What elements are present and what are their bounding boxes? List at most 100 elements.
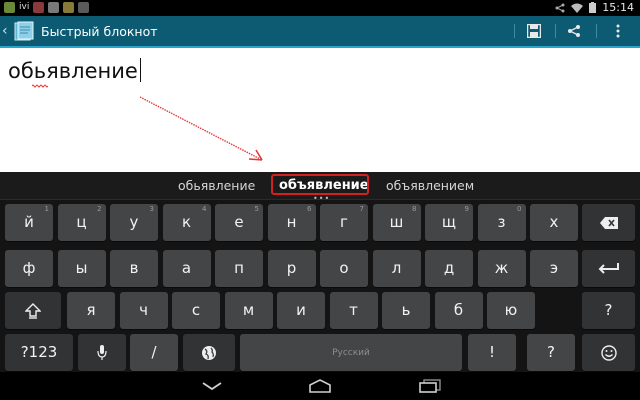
key-ь[interactable]: ь (382, 292, 430, 329)
onscreen-keyboard: обьявление объявление объявлением ••• й1… (0, 172, 640, 372)
slash-key[interactable]: / (130, 334, 178, 371)
emoji-key[interactable] (582, 334, 635, 371)
key-ы[interactable]: ы (57, 250, 106, 287)
overflow-menu-icon (616, 24, 620, 38)
key-л[interactable]: л (372, 250, 421, 287)
key-ч-label: ч (139, 301, 148, 319)
key-з[interactable]: з0 (477, 204, 526, 241)
key-п-label: п (234, 259, 244, 277)
backspace-key[interactable] (582, 204, 635, 241)
status-bar: ivi 15:14 (0, 0, 640, 16)
key-е[interactable]: е5 (215, 204, 263, 241)
key-и-label: и (296, 301, 306, 319)
key-ж[interactable]: ж (477, 250, 526, 287)
note-editor[interactable]: обьявление (0, 48, 640, 172)
key-р[interactable]: р (267, 250, 316, 287)
key-п[interactable]: п (215, 250, 263, 287)
notepad-app-icon[interactable] (12, 21, 34, 41)
space-bar[interactable]: Русский (240, 334, 462, 371)
key-е-label: е (234, 213, 244, 231)
recent-apps-button[interactable] (410, 376, 450, 396)
voice-input-key[interactable] (78, 334, 126, 371)
key-х[interactable]: х (530, 204, 578, 241)
key-ш-label: ш (389, 213, 404, 231)
key-е-hint: 5 (254, 205, 259, 213)
symbols-key[interactable]: ?123 (5, 334, 73, 371)
key-ч[interactable]: ч (119, 292, 168, 329)
key-н-label: н (286, 213, 297, 231)
key-э[interactable]: э (530, 250, 578, 287)
app-icon (33, 2, 45, 13)
key-д[interactable]: д (425, 250, 473, 287)
key-з-label: з (497, 213, 506, 231)
app-title: Быстрый блокнот (41, 24, 158, 39)
key-й-label: й (24, 213, 34, 231)
key-й-hint: 1 (44, 205, 49, 213)
key-ц[interactable]: ц2 (57, 204, 106, 241)
key-г-hint: 7 (359, 205, 364, 213)
recent-apps-icon (419, 379, 441, 393)
question-key-bottom[interactable]: ? (527, 334, 575, 371)
exclamation-key[interactable]: ! (468, 334, 516, 371)
key-т[interactable]: т (329, 292, 378, 329)
key-в[interactable]: в (110, 250, 158, 287)
up-navigation-icon[interactable]: ‹ (2, 23, 8, 39)
share-icon (568, 25, 580, 37)
key-ц-label: ц (76, 213, 87, 231)
home-icon (309, 379, 331, 393)
text-cursor (139, 58, 142, 82)
key-ф[interactable]: ф (5, 250, 53, 287)
key-ю-label: ю (504, 301, 518, 319)
enter-key[interactable] (582, 250, 635, 287)
key-у[interactable]: у3 (110, 204, 158, 241)
question-key[interactable]: ? (582, 292, 635, 329)
shift-icon (25, 302, 41, 319)
note-text[interactable]: обьявление (8, 58, 142, 83)
battery-icon (589, 2, 597, 13)
key-а[interactable]: а (162, 250, 211, 287)
smiley-icon (600, 344, 617, 361)
key-г[interactable]: г7 (320, 204, 368, 241)
key-н[interactable]: н6 (267, 204, 316, 241)
key-ю[interactable]: ю (487, 292, 535, 329)
question-key-label: ? (604, 301, 613, 319)
key-м-label: м (242, 301, 255, 319)
action-divider (596, 24, 597, 38)
clock: 15:14 (602, 1, 634, 14)
key-я[interactable]: я (67, 292, 115, 329)
suggestion-highlight-box (271, 174, 369, 195)
save-icon (527, 24, 541, 38)
suggestion-right[interactable]: объявлением (386, 178, 474, 193)
key-ш-hint: 8 (412, 205, 417, 213)
symbols-key-label: ?123 (20, 343, 58, 361)
key-ь-label: ь (401, 301, 411, 319)
exclamation-key-label: ! (488, 343, 495, 361)
key-ш[interactable]: ш8 (372, 204, 421, 241)
key-э-label: э (549, 259, 559, 277)
key-щ[interactable]: щ9 (425, 204, 473, 241)
key-я-label: я (86, 301, 96, 319)
key-д-label: д (443, 259, 455, 277)
more-suggestions-dots: ••• (313, 194, 331, 203)
spellcheck-underline (32, 84, 48, 88)
key-и[interactable]: и (277, 292, 325, 329)
key-м[interactable]: м (224, 292, 273, 329)
suggestion-left[interactable]: обьявление (178, 178, 255, 193)
key-й[interactable]: й1 (5, 204, 53, 241)
save-button[interactable] (516, 16, 552, 46)
key-л-label: л (391, 259, 402, 277)
microphone-icon (97, 344, 107, 361)
language-key[interactable] (183, 334, 235, 371)
share-button[interactable] (556, 16, 592, 46)
key-о[interactable]: о (320, 250, 368, 287)
shift-key[interactable] (5, 292, 61, 329)
overflow-menu-button[interactable] (600, 16, 636, 46)
back-button[interactable] (192, 376, 232, 396)
action-divider (514, 24, 515, 38)
key-к[interactable]: к4 (162, 204, 211, 241)
key-с[interactable]: с (172, 292, 220, 329)
key-к-label: к (181, 213, 192, 231)
key-б[interactable]: б (434, 292, 483, 329)
navigation-bar (0, 372, 640, 400)
home-button[interactable] (300, 376, 340, 396)
